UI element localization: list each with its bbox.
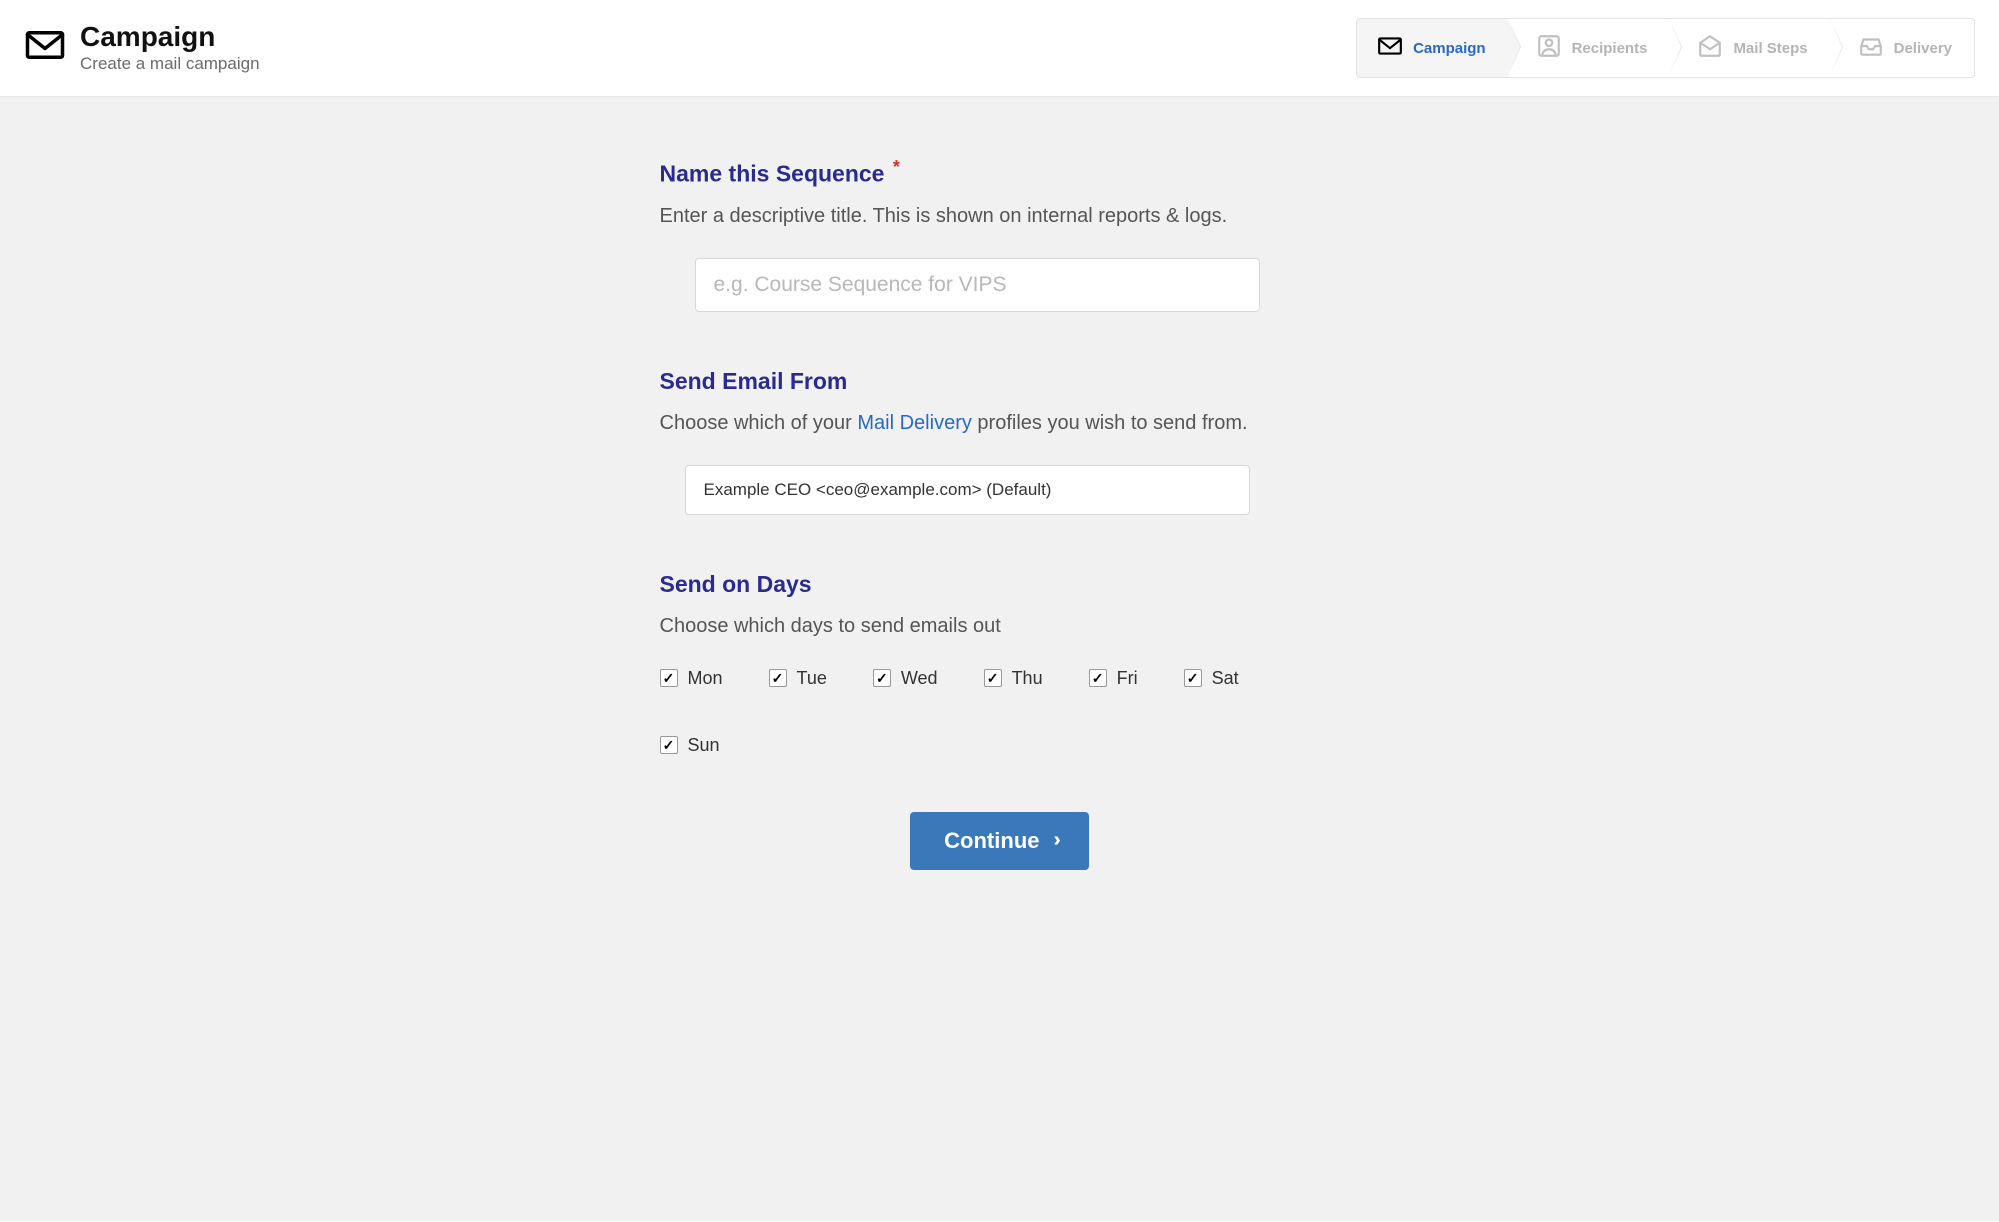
day-item-sun[interactable]: Sun [660, 735, 720, 756]
sequence-name-input[interactable] [695, 258, 1260, 312]
user-icon [1536, 33, 1562, 63]
day-label: Wed [901, 668, 938, 689]
checkbox-icon[interactable] [1089, 669, 1107, 687]
header-left: Campaign Create a mail campaign [24, 22, 260, 75]
mail-delivery-link[interactable]: Mail Delivery [857, 412, 971, 434]
section-send-from: Send Email From Choose which of your Mai… [660, 368, 1340, 515]
section-desc: Enter a descriptive title. This is shown… [660, 202, 1340, 230]
step-delivery[interactable]: Delivery [1830, 19, 1974, 77]
header-text: Campaign Create a mail campaign [80, 22, 260, 75]
checkbox-icon[interactable] [873, 669, 891, 687]
envelope-open-icon [1697, 33, 1723, 63]
section-desc: Choose which days to send emails out [660, 612, 1340, 640]
day-item-tue[interactable]: Tue [769, 668, 827, 689]
from-profile-select[interactable]: Example CEO <ceo@example.com> (Default) [685, 465, 1250, 515]
days-row: Mon Tue Wed Thu Fri [660, 668, 1340, 756]
stepper: Campaign Recipients Mail Steps Delivery [1356, 18, 1975, 78]
envelope-icon [24, 24, 66, 71]
step-campaign[interactable]: Campaign [1357, 19, 1508, 77]
section-desc: Choose which of your Mail Delivery profi… [660, 409, 1340, 437]
continue-button[interactable]: Continue ›› [910, 812, 1089, 870]
chevron-right-double-icon: ›› [1054, 829, 1055, 852]
step-label: Delivery [1894, 40, 1952, 57]
day-label: Tue [797, 668, 827, 689]
day-label: Mon [688, 668, 723, 689]
day-label: Thu [1012, 668, 1043, 689]
checkbox-icon[interactable] [769, 669, 787, 687]
section-title: Name this Sequence * [660, 157, 1340, 188]
day-item-wed[interactable]: Wed [873, 668, 938, 689]
day-item-mon[interactable]: Mon [660, 668, 723, 689]
section-title: Send Email From [660, 368, 1340, 395]
required-asterisk: * [893, 157, 900, 177]
day-label: Sun [688, 735, 720, 756]
continue-label: Continue [944, 828, 1039, 854]
inbox-icon [1858, 33, 1884, 63]
step-label: Recipients [1572, 40, 1648, 57]
form-actions: Continue ›› [660, 812, 1340, 870]
step-recipients[interactable]: Recipients [1508, 19, 1670, 77]
day-item-fri[interactable]: Fri [1089, 668, 1138, 689]
checkbox-icon[interactable] [660, 736, 678, 754]
day-label: Fri [1117, 668, 1138, 689]
desc-prefix: Choose which of your [660, 412, 858, 434]
form-container: Name this Sequence * Enter a descriptive… [660, 157, 1340, 870]
day-item-sat[interactable]: Sat [1184, 668, 1239, 689]
page-header: Campaign Create a mail campaign Campaign… [0, 0, 1999, 97]
day-label: Sat [1212, 668, 1239, 689]
step-label: Campaign [1413, 40, 1486, 57]
day-item-thu[interactable]: Thu [984, 668, 1043, 689]
section-title: Send on Days [660, 571, 1340, 598]
envelope-icon [1377, 33, 1403, 63]
checkbox-icon[interactable] [984, 669, 1002, 687]
page-subtitle: Create a mail campaign [80, 54, 260, 74]
title-text: Name this Sequence [660, 161, 885, 187]
checkbox-icon[interactable] [1184, 669, 1202, 687]
step-mail-steps[interactable]: Mail Steps [1669, 19, 1829, 77]
section-send-days: Send on Days Choose which days to send e… [660, 571, 1340, 756]
page-title: Campaign [80, 22, 260, 53]
main-content: Name this Sequence * Enter a descriptive… [0, 97, 1999, 1221]
desc-suffix: profiles you wish to send from. [972, 412, 1248, 434]
step-label: Mail Steps [1733, 40, 1807, 57]
section-name-sequence: Name this Sequence * Enter a descriptive… [660, 157, 1340, 312]
checkbox-icon[interactable] [660, 669, 678, 687]
